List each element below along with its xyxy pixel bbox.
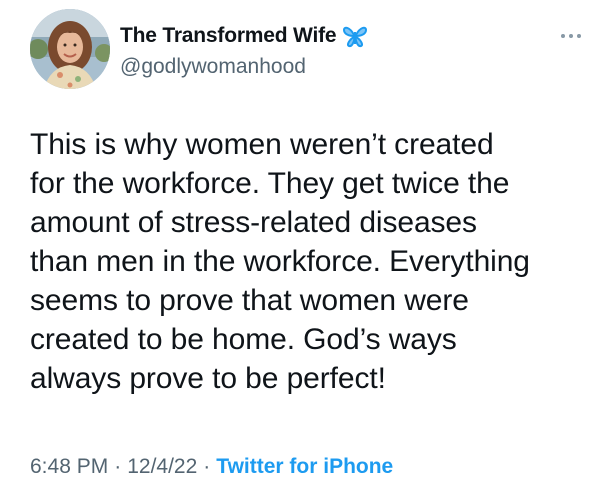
meta-separator: · [203,455,211,478]
butterfly-icon [342,24,368,48]
author-name[interactable]: The Transformed Wife [120,24,368,48]
author-name-text: The Transformed Wife [120,24,337,47]
author-handle[interactable]: @godlywomanhood [120,55,306,79]
tweet-time[interactable]: 6:48 PM [30,455,108,478]
meta-separator: · [114,455,122,478]
tweet-date[interactable]: 12/4/22 [127,455,197,478]
tweet-card: The Transformed Wife @godlywomanhood Thi… [0,0,600,500]
profile-photo [30,9,110,89]
tweet-text: This is why women weren’t created for th… [30,128,530,395]
tweet-meta: 6:48 PM · 12/4/22 · Twitter for iPhone [30,455,393,479]
tweet-source[interactable]: Twitter for iPhone [216,455,393,478]
avatar[interactable] [30,9,110,89]
more-options-icon[interactable] [560,28,582,38]
